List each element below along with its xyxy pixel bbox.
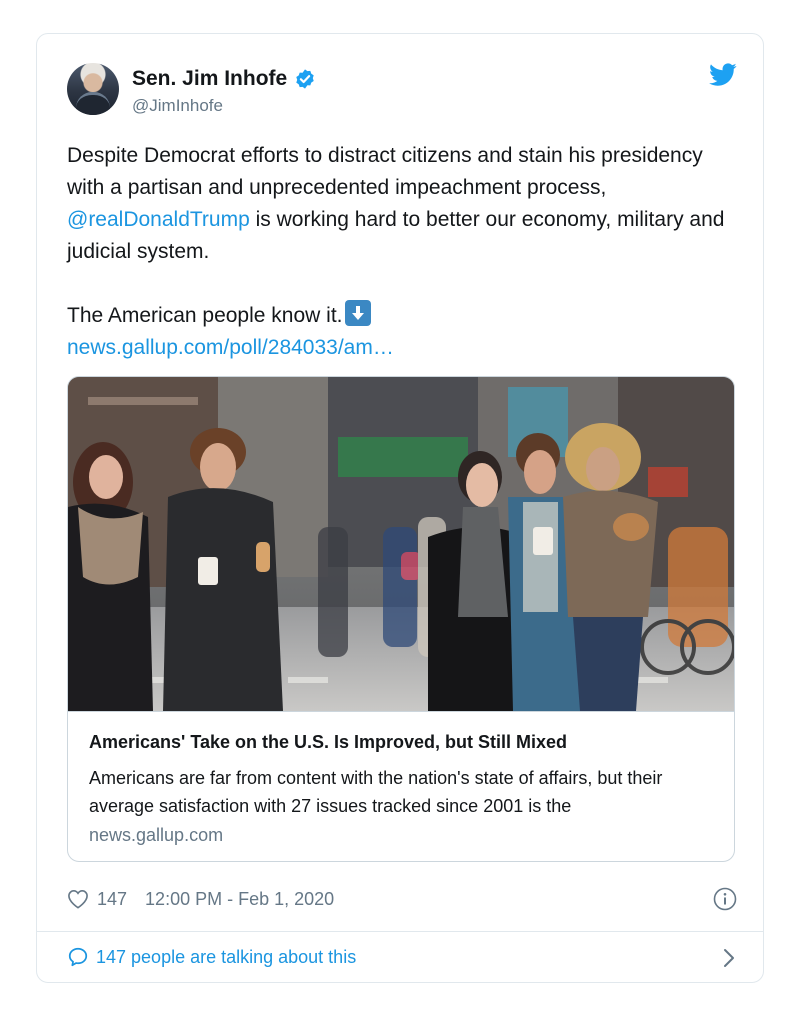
tweet-header: Sen. Jim Inhofe @JimInhofe	[67, 63, 737, 119]
tweet-paragraph-1: Despite Democrat efforts to distract cit…	[67, 140, 727, 268]
tweet-timestamp[interactable]: 12:00 PM - Feb 1, 2020	[145, 889, 334, 910]
card-title[interactable]: Americans' Take on the U.S. Is Improved,…	[89, 732, 567, 753]
card-body[interactable]: Americans' Take on the U.S. Is Improved,…	[68, 711, 734, 861]
tweet-text: Despite Democrat efforts to distract cit…	[67, 140, 727, 364]
divider	[37, 931, 763, 932]
tweet-paragraph-2: The American people know it.	[67, 300, 727, 332]
like-count[interactable]: 147	[97, 889, 127, 910]
tweet-text-start: Despite Democrat efforts to distract cit…	[67, 144, 703, 199]
speech-bubble-icon	[68, 947, 88, 967]
card-description: Americans are far from content with the …	[89, 768, 663, 816]
link-preview-card[interactable]: Americans' Take on the U.S. Is Improved,…	[67, 376, 735, 862]
tweet-card: Sen. Jim Inhofe @JimInhofe Despite Democ…	[36, 33, 764, 983]
article-link[interactable]: news.gallup.com/poll/284033/am…	[67, 332, 727, 364]
card-domain: news.gallup.com	[89, 825, 224, 845]
street-scene-image	[68, 377, 734, 711]
author-name-row[interactable]: Sen. Jim Inhofe	[132, 67, 316, 91]
author-handle[interactable]: @JimInhofe	[132, 96, 223, 116]
author-display-name[interactable]: Sen. Jim Inhofe	[132, 67, 287, 91]
talking-label[interactable]: 147 people are talking about this	[96, 947, 356, 968]
chevron-right-icon[interactable]	[723, 948, 735, 968]
card-image[interactable]	[68, 377, 734, 711]
verified-icon	[296, 69, 314, 89]
down-arrow-emoji	[345, 300, 372, 326]
tweet-meta: 147 12:00 PM - Feb 1, 2020	[67, 884, 737, 914]
avatar[interactable]	[67, 63, 119, 115]
tweet-text-line2: The American people know it.	[67, 304, 343, 327]
heart-icon[interactable]	[67, 889, 89, 909]
info-icon[interactable]	[713, 887, 737, 911]
mention-link[interactable]: @realDonaldTrump	[67, 208, 250, 231]
conversation-link[interactable]: 147 people are talking about this	[67, 940, 737, 974]
twitter-icon[interactable]	[709, 63, 737, 87]
